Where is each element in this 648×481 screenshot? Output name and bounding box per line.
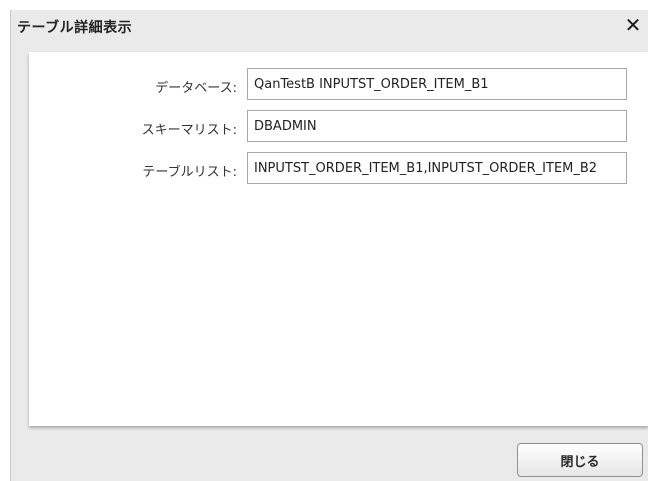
schema-list-field[interactable]	[247, 110, 627, 142]
close-icon[interactable]: ✕	[621, 12, 645, 38]
table-list-field[interactable]	[247, 152, 627, 184]
database-row: データベース:	[29, 68, 648, 102]
table-list-label: テーブルリスト:	[142, 165, 237, 180]
database-label: データベース:	[155, 81, 237, 96]
detail-panel: データベース: スキーマリスト: テーブルリスト:	[29, 52, 648, 426]
close-button[interactable]: 閉じる	[517, 443, 643, 477]
dialog-title: テーブル詳細表示	[17, 20, 133, 36]
table-list-row: テーブルリスト:	[29, 152, 648, 186]
database-field[interactable]	[247, 68, 627, 100]
schema-list-row: スキーマリスト:	[29, 110, 648, 144]
dialog-titlebar: テーブル詳細表示 ✕	[11, 10, 648, 44]
schema-list-label: スキーマリスト:	[141, 123, 237, 138]
table-detail-dialog: テーブル詳細表示 ✕ データベース: スキーマリスト: テーブルリスト: 閉じる	[10, 10, 648, 481]
